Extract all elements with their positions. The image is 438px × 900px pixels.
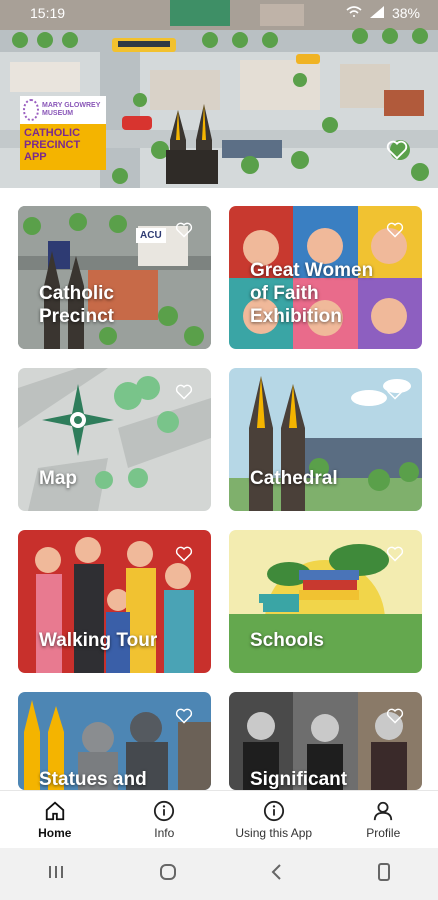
app-logo: MARY GLOWREY MUSEUM CATHOLIC PRECINCT AP… (20, 96, 106, 170)
rotate-screen-icon[interactable] (376, 862, 392, 887)
home-icon (45, 801, 64, 820)
favourite-heart-icon[interactable] (386, 222, 404, 240)
home-system-icon[interactable] (158, 862, 178, 887)
nav-info-label: Info (154, 825, 175, 840)
tile-label: Great Women of Faith Exhibition (250, 260, 374, 327)
favourite-heart-icon[interactable] (175, 222, 193, 240)
tile-label: Map (39, 468, 77, 489)
museum-name: MARY GLOWREY MUSEUM (42, 102, 101, 117)
tile-schools[interactable]: Schools (229, 530, 422, 673)
bottom-navigation: Home Info Using this App Profile (0, 790, 438, 848)
recent-apps-icon[interactable] (46, 864, 66, 885)
tile-significant[interactable]: Significant (229, 692, 422, 790)
nav-info[interactable]: Info (110, 791, 220, 848)
nav-profile-label: Profile (366, 825, 401, 840)
favourite-heart-icon[interactable] (386, 384, 404, 402)
header-illustration: 15:19 38% MARY GLOWREY MUSEUM CATHOLIC P… (0, 0, 438, 188)
tile-catholic-precinct[interactable]: ACU Catholic Precinct (18, 206, 211, 349)
favourite-heart-icon[interactable] (175, 708, 193, 726)
profile-icon (374, 801, 393, 820)
nav-profile[interactable]: Profile (329, 791, 438, 848)
app-name: CATHOLIC PRECINCT APP (20, 124, 106, 170)
favourite-heart-icon[interactable] (175, 546, 193, 564)
help-info-icon (263, 800, 284, 821)
system-navigation-bar (0, 848, 438, 900)
tile-label: Walking Tour (39, 630, 158, 651)
acu-badge: ACU (136, 228, 166, 243)
tile-map[interactable]: Map (18, 368, 211, 511)
battery-level: 38% (391, 5, 420, 21)
tile-label: Statues and (39, 769, 147, 790)
status-time: 15:19 (30, 5, 66, 21)
signal-icon (369, 5, 384, 21)
tile-label: Schools (250, 630, 324, 651)
back-icon[interactable] (270, 863, 284, 886)
tile-great-women[interactable]: Great Women of Faith Exhibition (229, 206, 422, 349)
nav-home-label: Home (38, 825, 72, 840)
favourite-heart-icon[interactable] (386, 708, 404, 726)
status-bar: 15:19 38% (0, 0, 438, 26)
header-heart-icon[interactable] (386, 140, 408, 165)
nav-using-label: Using this App (235, 825, 313, 840)
tile-statues[interactable]: Statues and (18, 692, 211, 790)
favourite-heart-icon[interactable] (175, 384, 193, 402)
tile-cathedral[interactable]: Cathedral (229, 368, 422, 511)
info-icon (154, 800, 175, 821)
wifi-icon (346, 5, 362, 21)
tile-label: Catholic Precinct (39, 283, 114, 327)
tile-label: Cathedral (250, 468, 338, 489)
nav-using-this-app[interactable]: Using this App (219, 791, 329, 848)
nav-home[interactable]: Home (0, 791, 110, 848)
museum-logo-icon (23, 99, 40, 121)
favourite-heart-icon[interactable] (386, 546, 404, 564)
tile-walking-tour[interactable]: Walking Tour (18, 530, 211, 673)
tile-label: Significant (250, 769, 348, 790)
